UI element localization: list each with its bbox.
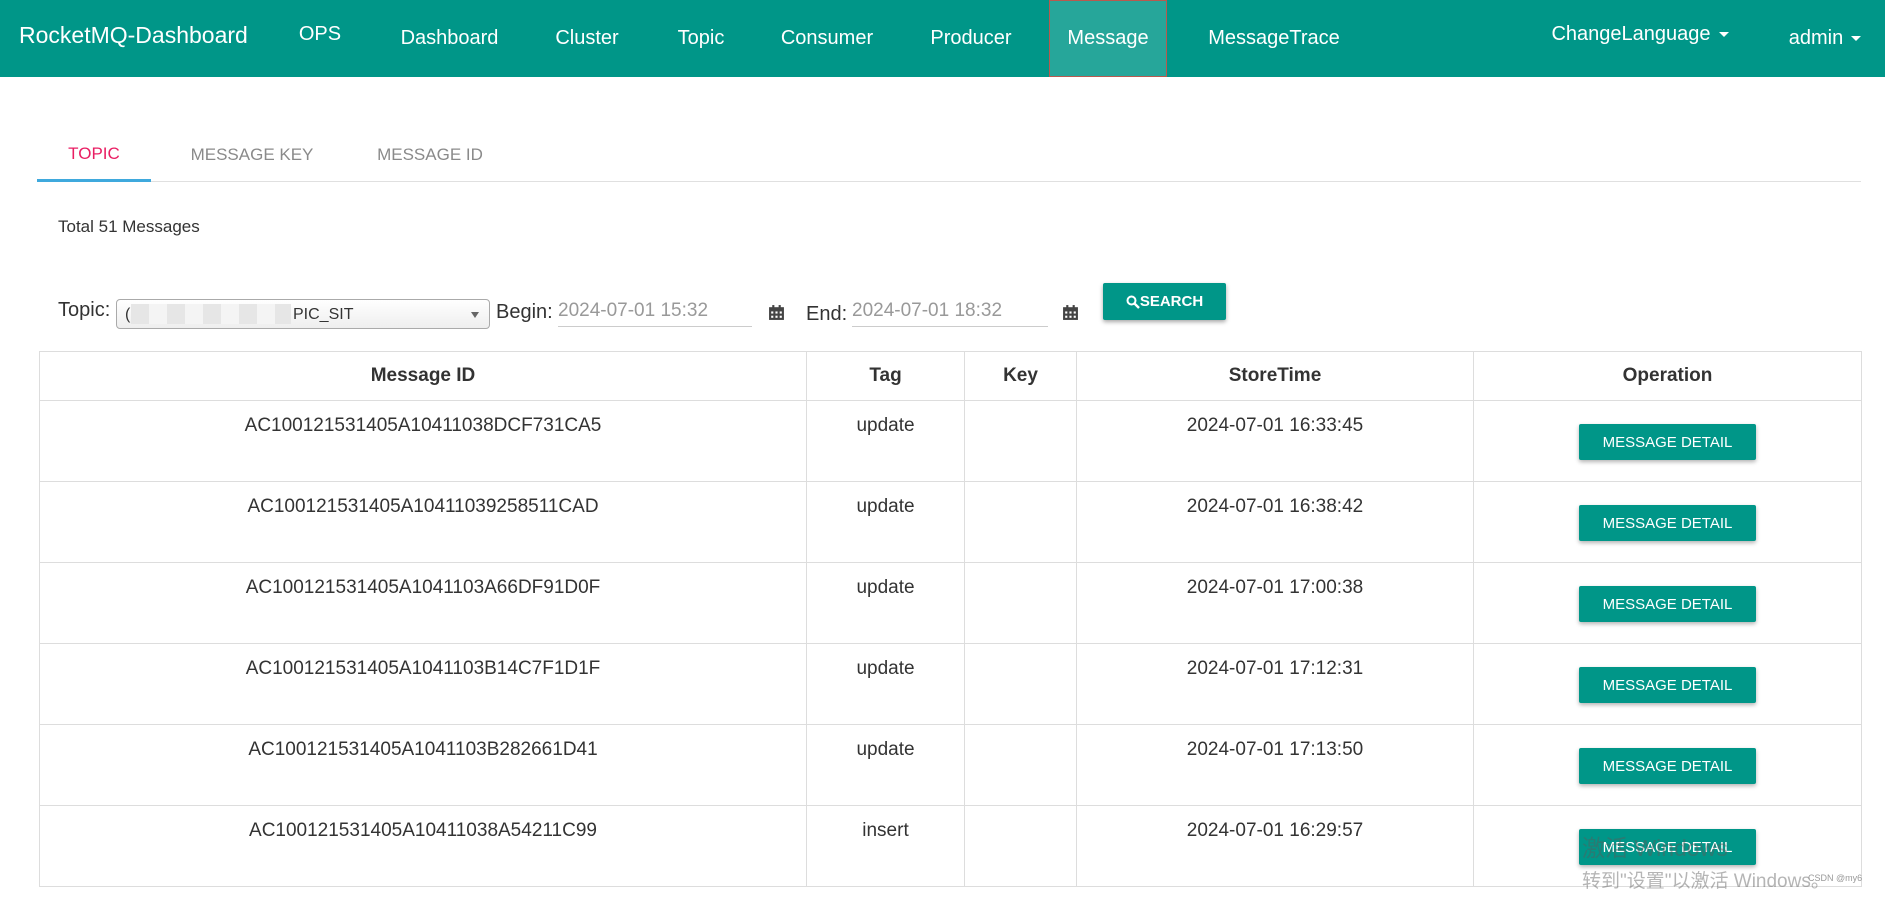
search-button[interactable]: SEARCH: [1103, 283, 1226, 320]
tag-cell: update: [806, 400, 965, 482]
operation-cell: MESSAGE DETAIL: [1473, 562, 1862, 644]
calendar-icon[interactable]: [1062, 304, 1079, 321]
operation-cell: MESSAGE DETAIL: [1473, 400, 1862, 482]
search-button-label: SEARCH: [1139, 293, 1204, 310]
nav-dashboard[interactable]: Dashboard: [392, 0, 507, 77]
total-messages-count: Total 51 Messages: [58, 217, 200, 236]
operation-cell: MESSAGE DETAIL: [1473, 481, 1862, 563]
message-id-cell: AC100121531405A1041103A66DF91D0F: [39, 562, 807, 644]
nav-producer[interactable]: Producer: [921, 0, 1021, 77]
column-header-tag: Tag: [806, 351, 965, 401]
operation-cell: MESSAGE DETAIL: [1473, 724, 1862, 806]
tab-message-key[interactable]: MESSAGE KEY: [177, 128, 327, 182]
brand-logo[interactable]: RocketMQ-Dashboard: [19, 22, 248, 49]
table-row: AC100121531405A10411038A54211C99 insert …: [39, 805, 1862, 887]
topic-select[interactable]: ( PIC_SIT: [116, 299, 490, 329]
store-time-cell: 2024-07-01 17:13:50: [1076, 724, 1474, 806]
end-date-input[interactable]: [852, 295, 1048, 327]
topic-select-value: PIC_SIT: [293, 306, 354, 323]
topic-label: Topic:: [58, 299, 111, 321]
redacted-topic-text: [131, 304, 291, 324]
table-row: AC100121531405A1041103B282661D41 update …: [39, 724, 1862, 806]
calendar-icon[interactable]: [768, 304, 785, 321]
store-time-cell: 2024-07-01 16:33:45: [1076, 400, 1474, 482]
store-time-cell: 2024-07-01 16:38:42: [1076, 481, 1474, 563]
nav-message-trace[interactable]: MessageTrace: [1200, 0, 1348, 77]
column-header-operation: Operation: [1473, 351, 1862, 401]
message-detail-button[interactable]: MESSAGE DETAIL: [1579, 667, 1756, 703]
table-header-row: Message ID Tag Key StoreTime Operation: [39, 351, 1862, 401]
csdn-credit: CSDN @my6: [1808, 873, 1863, 883]
nav-ops[interactable]: OPS: [290, 0, 350, 73]
message-detail-button[interactable]: MESSAGE DETAIL: [1579, 748, 1756, 784]
message-id-cell: AC100121531405A1041103B14C7F1D1F: [39, 643, 807, 725]
column-header-key: Key: [964, 351, 1077, 401]
key-cell: [964, 400, 1077, 482]
table-row: AC100121531405A10411039258511CAD update …: [39, 481, 1862, 563]
operation-cell: MESSAGE DETAIL: [1473, 643, 1862, 725]
column-header-store-time: StoreTime: [1076, 351, 1474, 401]
tag-cell: update: [806, 643, 965, 725]
key-cell: [964, 481, 1077, 563]
nav-topic[interactable]: Topic: [668, 0, 734, 77]
key-cell: [964, 724, 1077, 806]
end-label: End:: [806, 303, 848, 325]
key-cell: [964, 562, 1077, 644]
message-id-cell: AC100121531405A10411039258511CAD: [39, 481, 807, 563]
key-cell: [964, 643, 1077, 725]
tag-cell: update: [806, 724, 965, 806]
message-id-cell: AC100121531405A10411038A54211C99: [39, 805, 807, 887]
topic-select-prefix: (: [125, 306, 131, 323]
search-mode-tabs: TOPIC MESSAGE KEY MESSAGE ID: [37, 128, 1861, 182]
nav-consumer[interactable]: Consumer: [776, 0, 878, 77]
nav-message[interactable]: Message: [1049, 0, 1167, 77]
chevron-down-icon: [1718, 32, 1729, 37]
tab-topic[interactable]: TOPIC: [37, 128, 151, 182]
search-icon: [1126, 295, 1140, 309]
user-menu-dropdown[interactable]: admin: [1780, 0, 1870, 77]
key-cell: [964, 805, 1077, 887]
change-language-label: ChangeLanguage: [1551, 23, 1711, 45]
message-detail-button[interactable]: MESSAGE DETAIL: [1579, 586, 1756, 622]
chevron-down-icon: [471, 312, 479, 318]
message-detail-button[interactable]: MESSAGE DETAIL: [1579, 424, 1756, 460]
tag-cell: update: [806, 562, 965, 644]
messages-table: Message ID Tag Key StoreTime Operation A…: [39, 351, 1862, 887]
column-header-message-id: Message ID: [39, 351, 807, 401]
message-detail-button[interactable]: MESSAGE DETAIL: [1579, 829, 1756, 865]
table-row: AC100121531405A1041103A66DF91D0F update …: [39, 562, 1862, 644]
chevron-down-icon: [1851, 36, 1862, 41]
store-time-cell: 2024-07-01 17:00:38: [1076, 562, 1474, 644]
operation-cell: MESSAGE DETAIL: [1473, 805, 1862, 887]
message-detail-button[interactable]: MESSAGE DETAIL: [1579, 505, 1756, 541]
message-id-cell: AC100121531405A1041103B282661D41: [39, 724, 807, 806]
top-navbar: RocketMQ-Dashboard OPS Dashboard Cluster…: [0, 0, 1885, 77]
store-time-cell: 2024-07-01 16:29:57: [1076, 805, 1474, 887]
table-row: AC100121531405A10411038DCF731CA5 update …: [39, 400, 1862, 482]
user-name: admin: [1788, 27, 1844, 49]
table-row: AC100121531405A1041103B14C7F1D1F update …: [39, 643, 1862, 725]
change-language-dropdown[interactable]: ChangeLanguage: [1545, 0, 1735, 73]
begin-label: Begin:: [496, 301, 553, 323]
nav-cluster[interactable]: Cluster: [548, 0, 626, 77]
store-time-cell: 2024-07-01 17:12:31: [1076, 643, 1474, 725]
tag-cell: insert: [806, 805, 965, 887]
message-id-cell: AC100121531405A10411038DCF731CA5: [39, 400, 807, 482]
tag-cell: update: [806, 481, 965, 563]
begin-date-input[interactable]: [558, 295, 752, 327]
tab-message-id[interactable]: MESSAGE ID: [355, 128, 505, 182]
